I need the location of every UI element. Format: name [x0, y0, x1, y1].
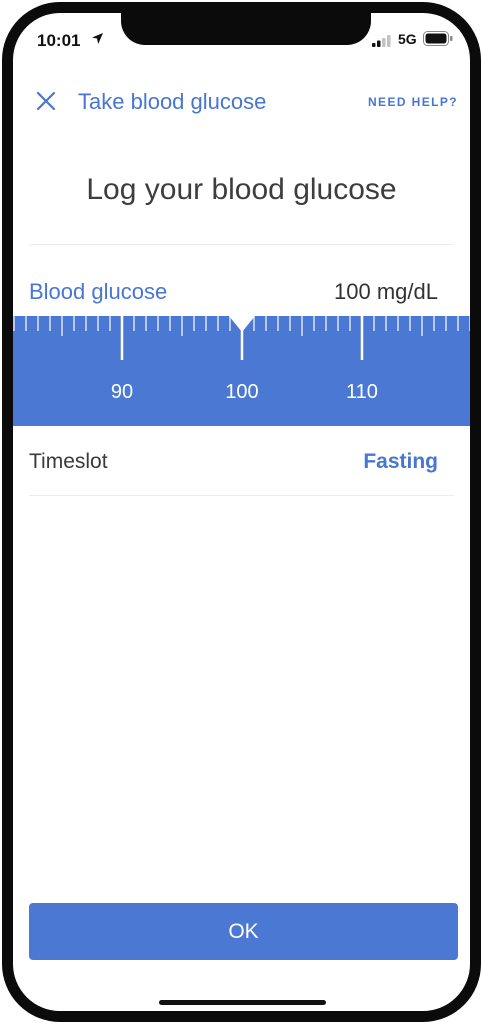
timeslot-selector[interactable]: Fasting	[363, 450, 438, 474]
need-help-link[interactable]: NEED HELP?	[368, 95, 458, 109]
home-indicator	[159, 1000, 326, 1005]
ruler-scale: 90 100 110	[13, 316, 470, 403]
battery-icon	[423, 31, 453, 46]
ruler-tick-label: 100	[225, 381, 258, 403]
page-title: Log your blood glucose	[86, 173, 397, 206]
location-arrow-icon	[92, 33, 103, 44]
glucose-ruler-slider[interactable]: 90 100 110	[13, 316, 470, 426]
blood-glucose-value: 100 mg/dL	[334, 279, 438, 304]
device-notch	[121, 13, 371, 45]
divider	[29, 495, 454, 496]
ruler-selection-pointer	[229, 316, 255, 332]
ruler-tick-label: 90	[111, 381, 133, 403]
header-title: Take blood glucose	[78, 89, 267, 114]
ok-button[interactable]: OK	[29, 903, 458, 960]
cellular-signal-icon	[372, 35, 391, 47]
network-type: 5G	[398, 31, 417, 47]
blood-glucose-label: Blood glucose	[29, 279, 168, 304]
app-screen: 10:01 5G Take blood glucose NEED HELP? L…	[13, 13, 470, 1011]
phone-frame: 10:01 5G Take blood glucose NEED HELP? L…	[2, 2, 481, 1022]
timeslot-label: Timeslot	[29, 450, 108, 473]
status-time: 10:01	[37, 31, 81, 50]
divider	[29, 244, 454, 245]
ruler-tick-label: 110	[346, 381, 378, 403]
close-icon[interactable]	[33, 88, 59, 114]
